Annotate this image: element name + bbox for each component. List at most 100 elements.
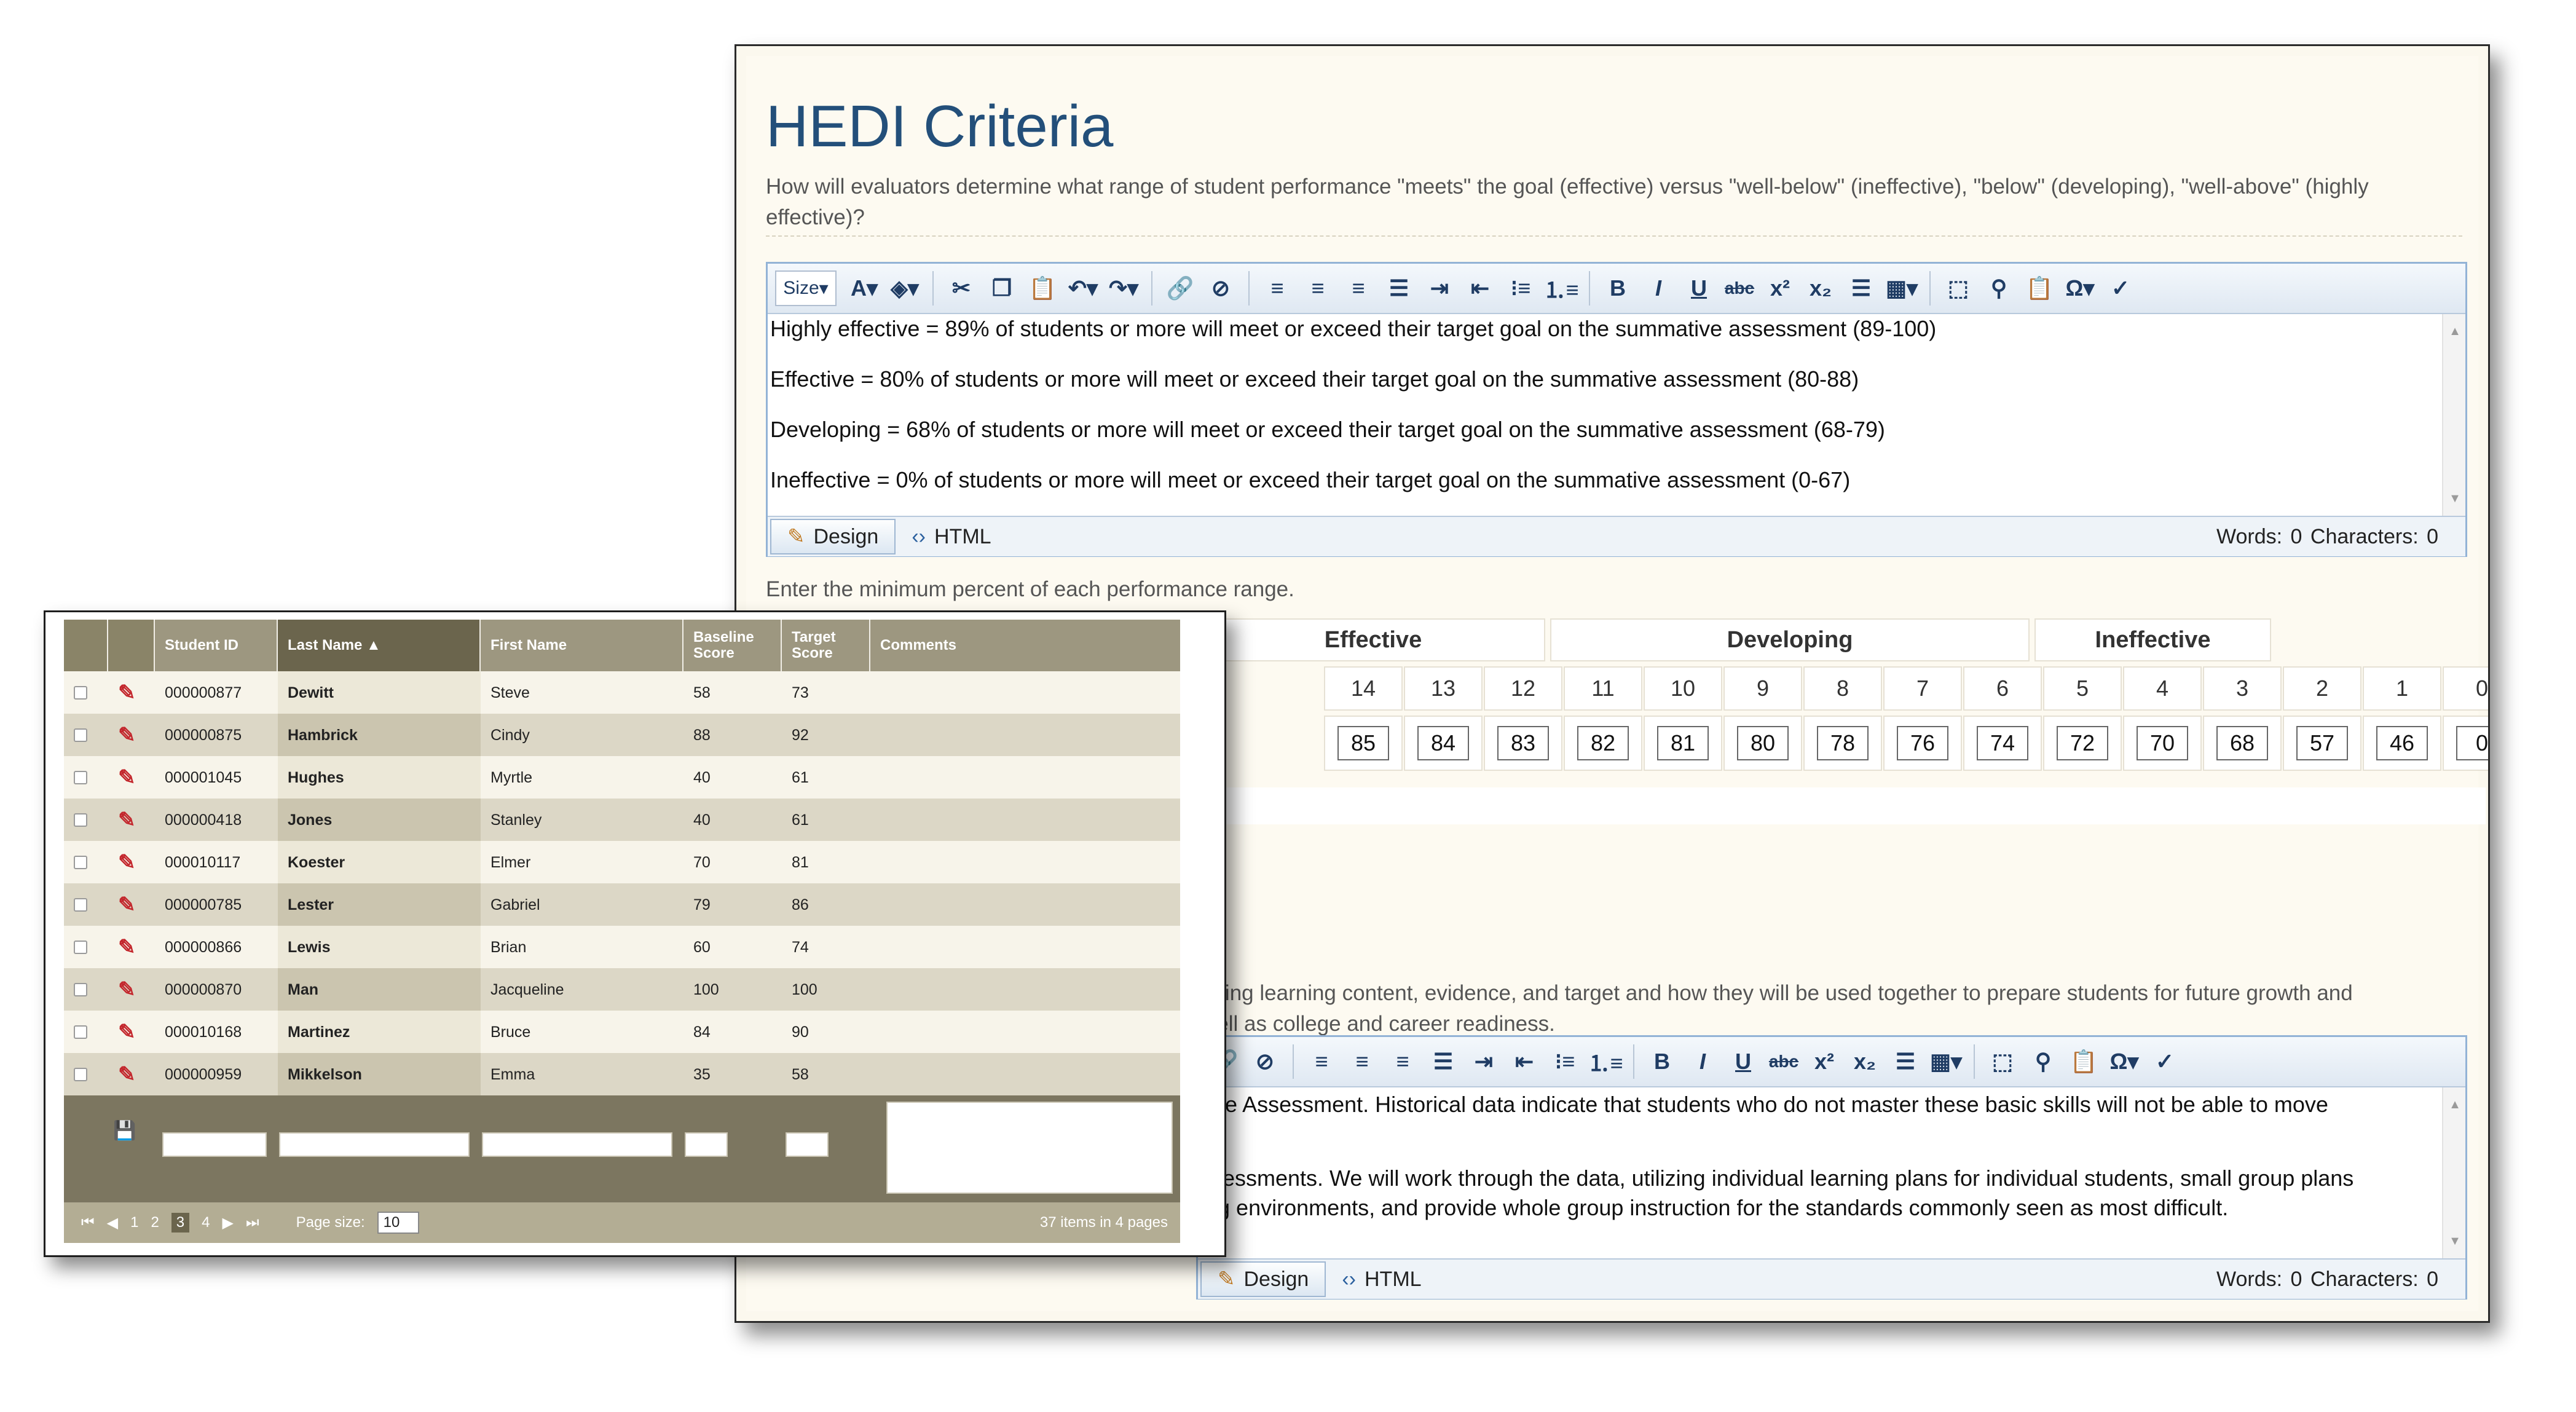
range-value-input[interactable]: 83 [1497, 726, 1549, 760]
page-size-select[interactable]: 10 [377, 1212, 420, 1234]
superscript-icon[interactable]: x² [1805, 1044, 1843, 1079]
range-value-input[interactable]: 82 [1577, 726, 1629, 760]
page-link[interactable]: 1 [130, 1214, 138, 1231]
strikethrough-icon[interactable]: abc [1765, 1044, 1803, 1079]
row-checkbox[interactable] [74, 856, 87, 869]
target-score-input[interactable] [786, 1132, 829, 1157]
editor-scrollbar[interactable]: ▲ ▼ [2442, 1087, 2465, 1258]
indent-icon[interactable]: ⇥ [1465, 1044, 1503, 1079]
justify-icon[interactable]: ☰ [1380, 270, 1418, 306]
find-replace-icon[interactable]: ⚲ [1980, 270, 2018, 306]
range-value-input[interactable]: 70 [2137, 726, 2188, 760]
table-icon[interactable]: ▦▾ [1927, 1044, 1965, 1079]
cut-icon[interactable]: ✂ [942, 270, 980, 306]
superscript-icon[interactable]: x² [1761, 270, 1799, 306]
table-icon[interactable]: ▦▾ [1883, 270, 1921, 306]
column-header-first-name[interactable]: First Name [481, 620, 683, 671]
editor-content[interactable]: Highly effective = 89% of students or mo… [768, 314, 2465, 516]
remove-link-icon[interactable]: ⊘ [1246, 1044, 1284, 1079]
numbered-list-icon[interactable]: ⒈≡ [1542, 270, 1580, 306]
next-page-icon[interactable]: ▶ [223, 1214, 234, 1232]
table-row[interactable]: ✎ 000000785 Lester Gabriel 79 86 [64, 883, 1180, 926]
paste-special-icon[interactable]: 📋 [2065, 1044, 2103, 1079]
table-row[interactable]: ✎ 000001045 Hughes Myrtle 40 61 [64, 756, 1180, 799]
italic-icon[interactable]: I [1684, 1044, 1722, 1079]
find-replace-icon[interactable]: ⚲ [2024, 1044, 2062, 1079]
row-checkbox[interactable] [74, 941, 87, 954]
subscript-icon[interactable]: x₂ [1846, 1044, 1884, 1079]
range-value-input[interactable]: 84 [1417, 726, 1469, 760]
range-value-input[interactable]: 72 [2057, 726, 2108, 760]
table-row[interactable]: ✎ 000000870 Man Jacqueline 100 100 [64, 968, 1180, 1011]
row-checkbox[interactable] [74, 813, 87, 827]
first-page-icon[interactable]: ⏮ [81, 1214, 95, 1231]
table-row[interactable]: ✎ 000000877 Dewitt Steve 58 73 [64, 671, 1180, 714]
italic-icon[interactable]: I [1639, 270, 1677, 306]
font-size-dropdown[interactable]: Size ▾ [775, 270, 837, 306]
toggle-border-icon[interactable]: ⬚ [1983, 1044, 2022, 1079]
table-row[interactable]: ✎ 000000418 Jones Stanley 40 61 [64, 799, 1180, 842]
edit-pencil-icon[interactable]: ✎ [118, 808, 136, 832]
row-checkbox[interactable] [74, 771, 87, 784]
baseline-score-input[interactable] [685, 1132, 728, 1157]
row-checkbox[interactable] [74, 1068, 87, 1081]
design-mode-button[interactable]: ✎ Design [1200, 1261, 1326, 1297]
underline-icon[interactable]: U [1680, 270, 1718, 306]
horizontal-rule-icon[interactable]: ☰ [1842, 270, 1880, 306]
page-link[interactable]: 2 [151, 1214, 159, 1231]
last-name-input[interactable] [279, 1132, 470, 1157]
range-value-input[interactable]: 57 [2296, 726, 2348, 760]
range-value-input[interactable]: 85 [1337, 726, 1389, 760]
redo-icon[interactable]: ↷▾ [1105, 270, 1143, 306]
page-link[interactable]: 4 [202, 1214, 210, 1231]
table-row[interactable]: ✎ 000010117 Koester Elmer 70 81 [64, 841, 1180, 884]
range-value-input[interactable]: 76 [1897, 726, 1948, 760]
edit-pencil-icon[interactable]: ✎ [118, 977, 136, 1002]
row-checkbox[interactable] [74, 1025, 87, 1039]
edit-pencil-icon[interactable]: ✎ [118, 765, 136, 790]
column-header-target-score[interactable]: Target Score [782, 620, 870, 671]
symbol-icon[interactable]: Ω▾ [2061, 270, 2099, 306]
font-color-icon[interactable]: A▾ [845, 270, 883, 306]
bold-icon[interactable]: B [1599, 270, 1637, 306]
copy-icon[interactable]: ❐ [983, 270, 1021, 306]
editor-content-2[interactable]: tate Assessment. Historical data indicat… [1198, 1087, 2465, 1258]
range-value-input[interactable]: 0 [2456, 726, 2488, 760]
symbol-icon[interactable]: Ω▾ [2105, 1044, 2143, 1079]
undo-icon[interactable]: ↶▾ [1064, 270, 1102, 306]
html-mode-button[interactable]: ‹› HTML [896, 519, 1007, 554]
row-checkbox[interactable] [74, 686, 87, 700]
range-value-input[interactable]: 78 [1817, 726, 1869, 760]
column-header-last-name[interactable]: Last Name ▲ [278, 620, 481, 671]
align-right-icon[interactable]: ≡ [1339, 270, 1377, 306]
edit-pencil-icon[interactable]: ✎ [118, 893, 136, 917]
numbered-list-icon[interactable]: ⒈≡ [1586, 1044, 1625, 1079]
edit-pencil-icon[interactable]: ✎ [118, 723, 136, 747]
indent-icon[interactable]: ⇥ [1420, 270, 1459, 306]
underline-icon[interactable]: U [1724, 1044, 1762, 1079]
paste-icon[interactable]: 📋 [1023, 270, 1062, 306]
spellcheck-icon[interactable]: ✓ [2146, 1044, 2184, 1079]
range-value-input[interactable]: 74 [1977, 726, 2028, 760]
html-mode-button[interactable]: ‹› HTML [1326, 1261, 1437, 1297]
outdent-icon[interactable]: ⇤ [1505, 1044, 1543, 1079]
current-page[interactable]: 3 [171, 1213, 190, 1233]
last-page-icon[interactable]: ⏭ [246, 1214, 259, 1231]
editor-scrollbar[interactable]: ▲ ▼ [2442, 314, 2465, 516]
edit-pencil-icon[interactable]: ✎ [118, 1062, 136, 1087]
row-checkbox[interactable] [74, 898, 87, 912]
row-checkbox[interactable] [74, 728, 87, 742]
toggle-border-icon[interactable]: ⬚ [1939, 270, 1977, 306]
save-icon[interactable]: 💾 [113, 1120, 136, 1142]
align-left-icon[interactable]: ≡ [1302, 1044, 1341, 1079]
edit-pencil-icon[interactable]: ✎ [118, 850, 136, 875]
justify-icon[interactable]: ☰ [1424, 1044, 1462, 1079]
spellcheck-icon[interactable]: ✓ [2101, 270, 2140, 306]
column-header-comments[interactable]: Comments [870, 620, 1180, 671]
table-row[interactable]: ✎ 000010168 Martinez Bruce 84 90 [64, 1011, 1180, 1054]
range-value-input[interactable]: 68 [2216, 726, 2268, 760]
table-row[interactable]: ✎ 000000875 Hambrick Cindy 88 92 [64, 714, 1180, 757]
range-value-input[interactable]: 80 [1737, 726, 1789, 760]
table-row[interactable]: ✎ 000000959 Mikkelson Emma 35 58 [64, 1053, 1180, 1096]
highlight-color-icon[interactable]: ◈▾ [886, 270, 924, 306]
